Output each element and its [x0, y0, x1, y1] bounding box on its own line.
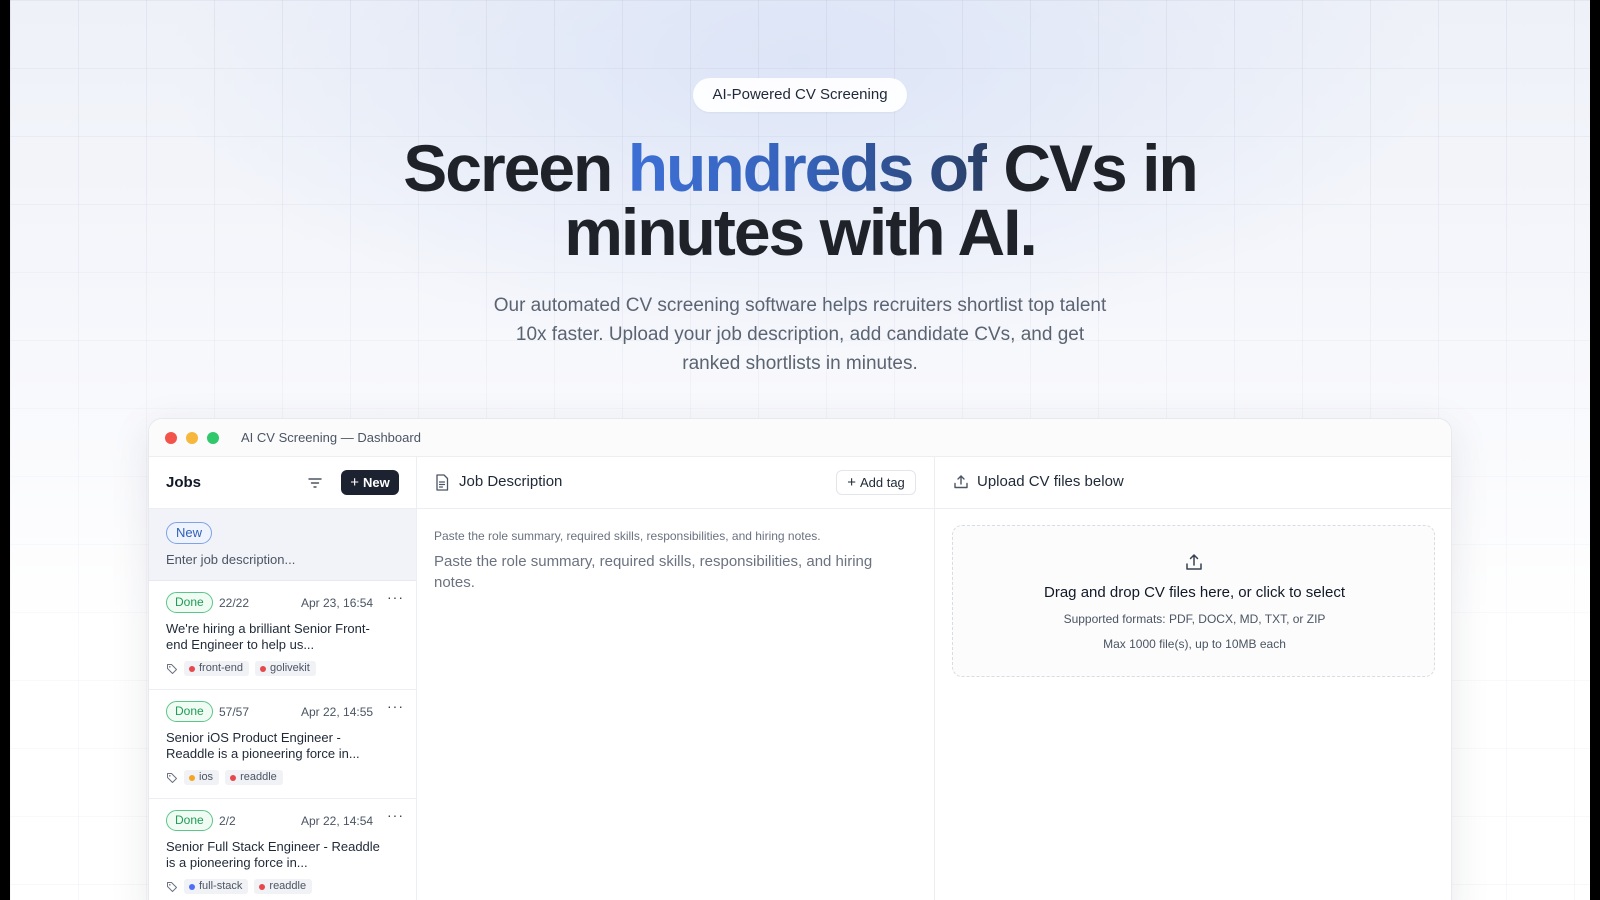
status-badge: Done: [166, 592, 213, 613]
job-title: We're hiring a brilliant Senior Front-en…: [166, 621, 370, 652]
tag-label: ios: [199, 771, 214, 783]
minimize-window-button[interactable]: [186, 432, 198, 444]
window-title: AI CV Screening — Dashboard: [241, 430, 421, 445]
upload-panel: Upload CV files below Drag and drop CV f…: [935, 457, 1451, 900]
hero-subtitle: Our automated CV screening software help…: [493, 295, 1107, 374]
new-job-button-label: New: [363, 475, 390, 490]
status-badge: Done: [166, 701, 213, 722]
new-badge: New: [166, 522, 213, 544]
hero-title-line2: minutes with AI.: [564, 195, 1038, 269]
hero-title-highlight: hundreds of: [627, 131, 989, 205]
job-title: Senior iOS Product Engineer - Readdle is…: [166, 730, 360, 761]
window-titlebar: AI CV Screening — Dashboard: [149, 419, 1451, 457]
job-description-panel: Job Description + Add tag Paste the role…: [417, 457, 935, 900]
job-tag: full-stack: [184, 879, 249, 894]
job-tags: ios readdle: [166, 770, 283, 785]
dashboard-window: AI CV Screening — Dashboard Jobs + New N…: [148, 418, 1452, 900]
tag-label: readdle: [240, 771, 277, 783]
job-item[interactable]: Done 2/2 Apr 22, 14:54 ··· Senior Full S…: [149, 799, 416, 900]
new-job-button[interactable]: + New: [341, 470, 399, 495]
more-options-icon[interactable]: ···: [387, 807, 404, 823]
job-description-input[interactable]: [434, 551, 914, 891]
dropzone-title: Drag and drop CV files here, or click to…: [1044, 584, 1345, 601]
hero-title-end: CVs in: [987, 131, 1198, 205]
more-options-icon[interactable]: ···: [387, 698, 404, 714]
cv-dropzone[interactable]: Drag and drop CV files here, or click to…: [952, 525, 1435, 677]
tag-icon: [167, 881, 177, 892]
dashboard-columns: Jobs + New New Enter job description... …: [149, 457, 1451, 900]
job-description-header: Job Description + Add tag: [417, 457, 934, 509]
job-count: 57/57: [219, 705, 250, 719]
job-tag: front-end: [184, 661, 250, 676]
filter-icon[interactable]: [307, 475, 323, 491]
page: AI-Powered CV Screening Screen hundreds …: [0, 0, 1600, 900]
hero-pill: AI-Powered CV Screening: [693, 78, 907, 112]
status-badge: Done: [166, 810, 213, 831]
dropzone-limit: Max 1000 file(s), up to 10MB each: [1103, 637, 1286, 651]
job-count: 2/2: [219, 814, 236, 828]
tag-color-dot: [230, 774, 237, 781]
job-date: Apr 22, 14:54: [301, 814, 374, 828]
job-tag: readdle: [225, 770, 283, 785]
tag-color-dot: [189, 665, 195, 672]
left-edge: [0, 0, 10, 900]
job-tags: front-end golivekit: [166, 661, 316, 676]
job-date: Apr 22, 14:55: [301, 705, 374, 719]
upload-title: Upload CV files below: [977, 473, 1124, 490]
jobs-panel: Jobs + New New Enter job description... …: [149, 457, 417, 900]
jobs-title: Jobs: [166, 474, 202, 491]
tag-color-dot: [260, 665, 267, 672]
tag-label: full-stack: [199, 880, 243, 892]
upload-header: Upload CV files below: [935, 457, 1451, 509]
tag-label: golivekit: [270, 662, 310, 674]
add-tag-label: Add tag: [859, 475, 905, 490]
new-job-placeholder: Enter job description...: [166, 552, 296, 567]
maximize-window-button[interactable]: [207, 432, 219, 444]
tag-color-dot: [189, 774, 195, 781]
jobs-header: Jobs + New: [149, 457, 416, 509]
job-tags: full-stack readdle: [166, 879, 313, 894]
tag-icon: [167, 772, 177, 783]
job-date: Apr 23, 16:54: [301, 596, 374, 610]
job-tag: readdle: [254, 879, 313, 894]
close-window-button[interactable]: [165, 432, 177, 444]
tag-color-dot: [189, 883, 195, 890]
job-description-hint: Paste the role summary, required skills,…: [434, 529, 821, 543]
job-description-title: Job Description: [459, 473, 563, 490]
job-title: Senior Full Stack Engineer - Readdle is …: [166, 839, 380, 870]
job-tag: ios: [184, 770, 220, 785]
document-icon: [436, 474, 449, 491]
tag-label: readdle: [269, 880, 307, 892]
hero-title-start: Screen: [403, 131, 628, 205]
tag-icon: [167, 663, 177, 674]
plus-icon: +: [847, 474, 856, 491]
hero-title: Screen hundreds of CVs in minutes with A…: [300, 135, 1300, 265]
upload-icon: [954, 475, 968, 489]
job-tag: golivekit: [255, 661, 316, 676]
tag-color-dot: [259, 883, 266, 890]
plus-icon: +: [350, 474, 360, 491]
job-item[interactable]: Done 57/57 Apr 22, 14:55 ··· Senior iOS …: [149, 690, 416, 799]
more-options-icon[interactable]: ···: [387, 589, 404, 605]
upload-icon: [1186, 554, 1202, 570]
tag-label: front-end: [199, 662, 244, 674]
add-tag-button[interactable]: + Add tag: [836, 470, 916, 495]
job-count: 22/22: [219, 596, 250, 610]
new-job-item[interactable]: New Enter job description...: [149, 509, 416, 581]
job-item[interactable]: Done 22/22 Apr 23, 16:54 ··· We're hirin…: [149, 581, 416, 690]
dropzone-formats: Supported formats: PDF, DOCX, MD, TXT, o…: [1063, 612, 1326, 626]
right-edge: [1590, 0, 1600, 900]
